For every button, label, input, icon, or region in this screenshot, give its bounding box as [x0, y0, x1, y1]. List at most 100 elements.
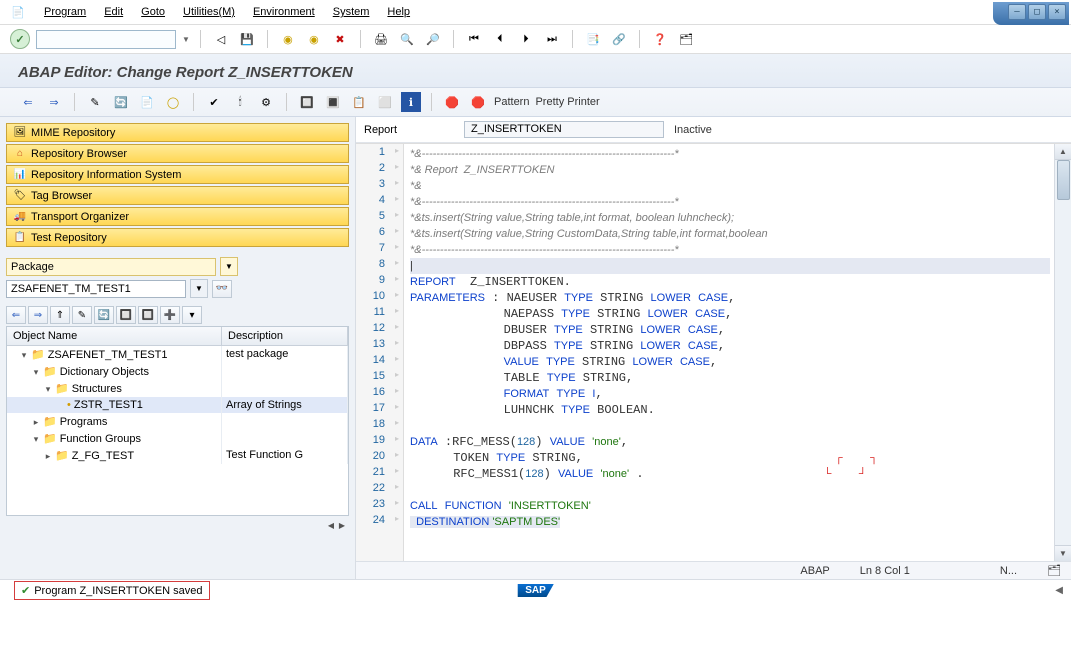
nav-transport-organizer[interactable]: 🚚Transport Organizer [6, 207, 349, 226]
first-page-icon[interactable]: ⏮ [464, 29, 484, 49]
maximize-button[interactable]: □ [1028, 4, 1046, 20]
nav-window-icon[interactable]: 📋 [349, 92, 369, 112]
pattern-button[interactable]: Pattern [494, 96, 529, 108]
where-used-icon[interactable]: 🔲 [297, 92, 317, 112]
tree-header-name: Object Name [7, 327, 222, 345]
status-message: ✔ Program Z_INSERTTOKEN saved [14, 581, 210, 600]
find-next-icon[interactable]: 🔎 [423, 29, 443, 49]
tree-refresh-icon[interactable]: 🔄 [94, 306, 114, 324]
scroll-thumb[interactable] [1057, 160, 1070, 200]
nav-tag-browser[interactable]: 🏷Tag Browser [6, 186, 349, 205]
tree-row[interactable]: ▾📁Function Groups [7, 430, 348, 447]
help-icon[interactable]: ❓ [650, 29, 670, 49]
combo-dropdown-icon[interactable]: ▼ [182, 35, 190, 44]
other-object-icon[interactable]: 📄 [137, 92, 157, 112]
menu-goto[interactable]: Goto [141, 6, 165, 18]
object-tree[interactable]: Object Name Description ▾📁ZSAFENET_TM_TE… [6, 326, 349, 516]
tree-more-icon[interactable]: ▾ [182, 306, 202, 324]
status-bar: ✔ Program Z_INSERTTOKEN saved SAP ◀ [0, 579, 1071, 601]
pretty-printer-button[interactable]: Pretty Printer [535, 96, 599, 108]
package-label: Package [6, 258, 216, 276]
tree-up-icon[interactable]: ⇑ [50, 306, 70, 324]
stop-button[interactable]: ✖ [330, 29, 350, 49]
package-input[interactable] [6, 280, 186, 298]
status-caps: N... [1000, 565, 1017, 577]
page-title: ABAP Editor: Change Report Z_INSERTTOKEN [18, 64, 1053, 81]
info-sys-icon: 📊 [13, 168, 27, 182]
tree-row[interactable]: ▾📁Structures [7, 380, 348, 397]
tree-row[interactable]: ▾📁ZSAFENET_TM_TEST1test package [7, 346, 348, 363]
test-icon[interactable]: ⚙ [256, 92, 276, 112]
system-toolbar: ✓ ▼ ◁ 💾 ◉ ◉ ✖ 🖨 🔍 🔎 ⏮ ⏴ ⏵ ⏭ 📑 🔗 ❓ 🗂 [0, 25, 1071, 54]
check-icon[interactable]: ✔ [204, 92, 224, 112]
title-bar: ABAP Editor: Change Report Z_INSERTTOKEN [0, 54, 1071, 88]
print-icon[interactable]: 🖨 [371, 29, 391, 49]
find-icon[interactable]: 🔍 [397, 29, 417, 49]
nav-test-repository[interactable]: 📋Test Repository [6, 228, 349, 247]
menu-environment[interactable]: Environment [253, 6, 315, 18]
package-history-icon[interactable]: ▼ [190, 279, 208, 298]
report-label: Report [364, 124, 454, 136]
nav-mime-repository[interactable]: 🖼MIME Repository [6, 123, 349, 142]
enter-button[interactable]: ✓ [10, 29, 30, 49]
shortcut-icon[interactable]: 🔗 [609, 29, 629, 49]
nav-repository-browser[interactable]: ⌂Repository Browser [6, 144, 349, 163]
app-icon: 📄 [10, 4, 26, 20]
collapse-icon[interactable]: ◀ [1055, 585, 1063, 596]
browser-icon: ⌂ [13, 147, 27, 161]
tree-prev-icon[interactable]: ⇐ [6, 306, 26, 324]
back-button[interactable]: ◁ [211, 29, 231, 49]
command-field[interactable] [36, 30, 176, 49]
vertical-scrollbar[interactable]: ▲ ▼ [1054, 144, 1071, 561]
object-list-icon[interactable]: 🔳 [323, 92, 343, 112]
code-content[interactable]: *&--------------------------------------… [404, 144, 1054, 561]
tree-row[interactable]: ▾📁Dictionary Objects [7, 363, 348, 380]
menu-help[interactable]: Help [387, 6, 410, 18]
tree-header-desc: Description [222, 327, 348, 345]
last-page-icon[interactable]: ⏭ [542, 29, 562, 49]
status-language: ABAP [800, 565, 829, 577]
new-session-icon[interactable]: 📑 [583, 29, 603, 49]
toggle-display-icon[interactable]: ✎ [85, 92, 105, 112]
scroll-up-icon[interactable]: ▲ [1055, 144, 1071, 160]
info-icon[interactable]: ℹ [401, 92, 421, 112]
activate-icon[interactable]: 🕯 [230, 92, 250, 112]
next-page-icon[interactable]: ⏵ [516, 29, 536, 49]
minimize-button[interactable]: — [1008, 4, 1026, 20]
menu-program[interactable]: Program [44, 6, 86, 18]
save-icon[interactable]: 💾 [237, 29, 257, 49]
exit-button[interactable]: ◉ [278, 29, 298, 49]
breakpoint-icon[interactable]: 🛑 [442, 92, 462, 112]
nav-repository-info[interactable]: 📊Repository Information System [6, 165, 349, 184]
menu-utilities[interactable]: Utilities(M) [183, 6, 235, 18]
tree-favorites-icon[interactable]: 🔲 [138, 306, 158, 324]
cancel-button[interactable]: ◉ [304, 29, 324, 49]
tag-icon: 🏷 [13, 189, 27, 203]
close-button[interactable]: × [1048, 4, 1066, 20]
code-editor[interactable]: 123456789101112131415161718192021222324 … [356, 143, 1071, 561]
nav-forward-icon[interactable]: ⇒ [44, 92, 64, 112]
pane-resize-handle[interactable]: ◀▶ [326, 520, 347, 530]
breakpoint2-icon[interactable]: 🛑 [468, 92, 488, 112]
tree-where-used-icon[interactable]: 🔲 [116, 306, 136, 324]
prev-page-icon[interactable]: ⏴ [490, 29, 510, 49]
menu-edit[interactable]: Edit [104, 6, 123, 18]
tree-edit-icon[interactable]: ✎ [72, 306, 92, 324]
nav-back-icon[interactable]: ⇐ [18, 92, 38, 112]
tree-row[interactable]: ▸📁Z_FG_TESTTest Function G [7, 447, 348, 464]
tree-row[interactable]: ▸📁Programs [7, 413, 348, 430]
layout-icon[interactable]: 🗂 [676, 29, 696, 49]
fullscreen-icon[interactable]: ⬜ [375, 92, 395, 112]
menu-system[interactable]: System [333, 6, 370, 18]
scroll-down-icon[interactable]: ▼ [1055, 545, 1071, 561]
active-inactive-icon[interactable]: 🔄 [111, 92, 131, 112]
tree-next-icon[interactable]: ⇒ [28, 306, 48, 324]
enhance-icon[interactable]: ◯ [163, 92, 183, 112]
tree-toolbar: ⇐ ⇒ ⇑ ✎ 🔄 🔲 🔲 ➕ ▾ [6, 306, 349, 324]
status-position: Ln 8 Col 1 [860, 565, 910, 577]
package-dropdown-icon[interactable]: ▼ [220, 257, 238, 276]
package-display-icon[interactable]: 👓 [212, 280, 232, 298]
tree-add-icon[interactable]: ➕ [160, 306, 180, 324]
status-options-icon[interactable]: 🗂 [1047, 564, 1061, 577]
tree-row[interactable]: •ZSTR_TEST1Array of Strings [7, 397, 348, 413]
